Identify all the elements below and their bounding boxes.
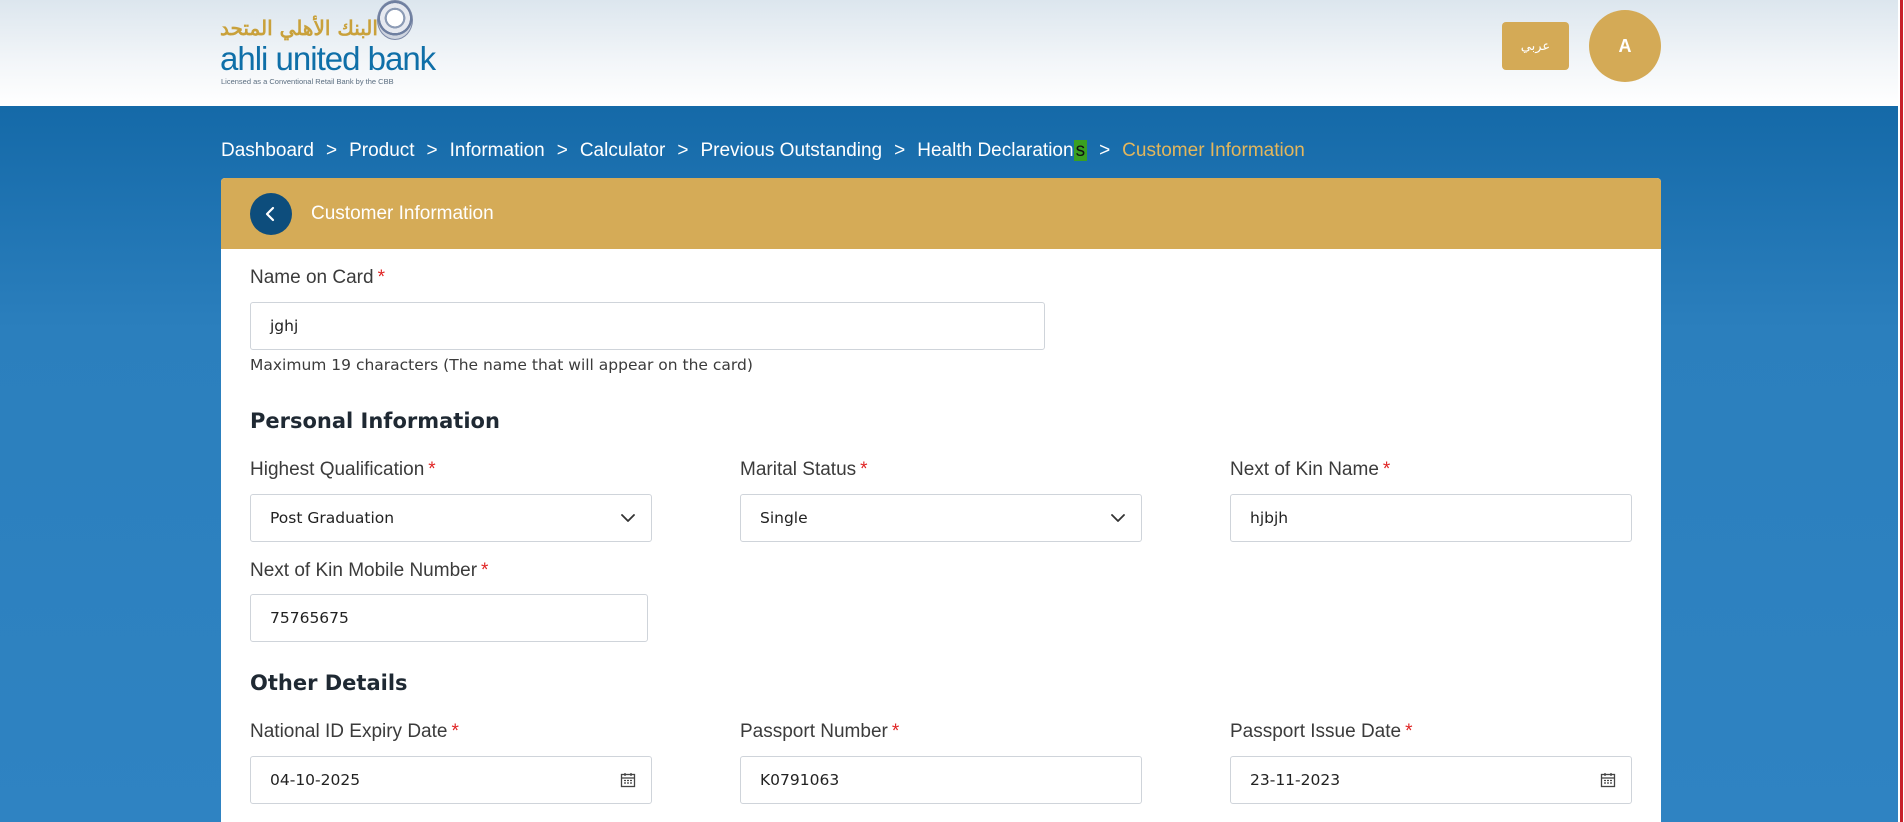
marital-status-label: Marital Status * <box>740 459 868 481</box>
breadcrumb-previous-outstanding[interactable]: Previous Outstanding <box>700 140 882 162</box>
required-mark: * <box>1382 459 1391 480</box>
bank-logo[interactable]: البنك الأهلي المتحد ahli united bank Lic… <box>220 0 436 92</box>
breadcrumb-product[interactable]: Product <box>349 140 414 162</box>
required-mark: * <box>428 459 436 480</box>
name-on-card-input[interactable]: jghj <box>250 302 1045 350</box>
breadcrumb-health-declarations[interactable]: Health Declaration s <box>917 140 1088 162</box>
passport-number-value: K0791063 <box>760 771 840 789</box>
next-of-kin-name-value: hjbjh <box>1250 509 1289 527</box>
next-of-kin-mobile-input[interactable]: 75765675 <box>250 594 648 642</box>
next-of-kin-name-label: Next of Kin Name * <box>1230 459 1390 481</box>
breadcrumb-separator: > <box>677 140 689 161</box>
passport-number-label: Passport Number * <box>740 721 899 743</box>
next-of-kin-mobile-value: 75765675 <box>270 609 349 627</box>
top-header: البنك الأهلي المتحد ahli united bank Lic… <box>0 0 1898 106</box>
logo-name-text: ahli united bank <box>220 40 436 77</box>
marital-status-value: Single <box>760 509 808 527</box>
calendar-icon[interactable] <box>1599 771 1617 789</box>
breadcrumb-separator: > <box>556 140 568 161</box>
chevron-down-icon <box>619 509 637 527</box>
highest-qualification-select[interactable]: Post Graduation <box>250 494 652 542</box>
logo-tagline: Licensed as a Conventional Retail Bank b… <box>221 77 394 86</box>
logo-emblem-icon <box>377 0 413 40</box>
marital-status-select[interactable]: Single <box>740 494 1142 542</box>
window-edge <box>1898 0 1904 822</box>
other-details-heading: Other Details <box>250 671 408 695</box>
name-on-card-hint: Maximum 19 characters (The name that wil… <box>250 356 753 374</box>
breadcrumb: Dashboard > Product > Information > Calc… <box>221 137 1305 165</box>
name-on-card-label: Name on Card * <box>250 267 385 289</box>
required-mark: * <box>481 560 489 581</box>
passport-issue-date-label: Passport Issue Date * <box>1230 721 1413 743</box>
user-avatar[interactable]: A <box>1589 10 1661 82</box>
passport-issue-date-input[interactable]: 23-11-2023 <box>1230 756 1632 804</box>
breadcrumb-separator: > <box>1099 140 1111 161</box>
highest-qualification-label-text: Highest Qualification <box>250 459 425 480</box>
chevron-left-icon <box>265 206 275 221</box>
national-id-expiry-date-input[interactable]: 04-10-2025 <box>250 756 652 804</box>
required-mark: * <box>377 267 385 288</box>
next-of-kin-mobile-label-text: Next of Kin Mobile Number <box>250 560 478 581</box>
breadcrumb-customer-information: Customer Information <box>1122 140 1305 161</box>
next-of-kin-name-label-text: Next of Kin Name <box>1230 459 1379 480</box>
passport-issue-date-label-text: Passport Issue Date <box>1230 721 1402 742</box>
breadcrumb-health-label: Health Declaration <box>917 140 1074 161</box>
text-cursor-highlight: s <box>1073 140 1088 161</box>
required-mark: * <box>451 721 459 742</box>
name-on-card-label-text: Name on Card <box>250 267 374 288</box>
card-header: Customer Information <box>221 178 1661 249</box>
chevron-down-icon <box>1109 509 1127 527</box>
national-id-expiry-value: 04-10-2025 <box>270 771 361 789</box>
passport-issue-date-value: 23-11-2023 <box>1250 771 1341 789</box>
highest-qualification-value: Post Graduation <box>270 509 395 527</box>
breadcrumb-separator: > <box>325 140 338 161</box>
national-id-expiry-label: National ID Expiry Date * <box>250 721 459 743</box>
name-on-card-value: jghj <box>270 317 299 335</box>
breadcrumb-separator: > <box>426 140 438 161</box>
breadcrumb-information[interactable]: Information <box>450 140 545 162</box>
next-of-kin-name-input[interactable]: hjbjh <box>1230 494 1632 542</box>
customer-information-card: Customer Information Name on Card * jghj … <box>221 178 1661 822</box>
next-of-kin-mobile-label: Next of Kin Mobile Number * <box>250 560 488 582</box>
card-title: Customer Information <box>311 202 494 224</box>
breadcrumb-separator: > <box>894 140 906 161</box>
logo-arabic-text: البنك الأهلي المتحد <box>220 16 378 40</box>
marital-status-label-text: Marital Status <box>740 459 857 480</box>
national-id-expiry-label-text: National ID Expiry Date <box>250 721 448 742</box>
breadcrumb-calculator[interactable]: Calculator <box>580 140 666 162</box>
passport-number-input[interactable]: K0791063 <box>740 756 1142 804</box>
required-mark: * <box>1405 721 1413 742</box>
passport-number-label-text: Passport Number <box>740 721 888 742</box>
back-button[interactable] <box>250 192 292 235</box>
personal-information-heading: Personal Information <box>250 409 500 433</box>
calendar-icon[interactable] <box>619 771 637 789</box>
language-toggle-button[interactable]: عربي <box>1502 22 1569 70</box>
required-mark: * <box>891 721 900 742</box>
breadcrumb-dashboard[interactable]: Dashboard <box>221 140 314 162</box>
highest-qualification-label: Highest Qualification * <box>250 459 436 481</box>
required-mark: * <box>860 459 868 480</box>
